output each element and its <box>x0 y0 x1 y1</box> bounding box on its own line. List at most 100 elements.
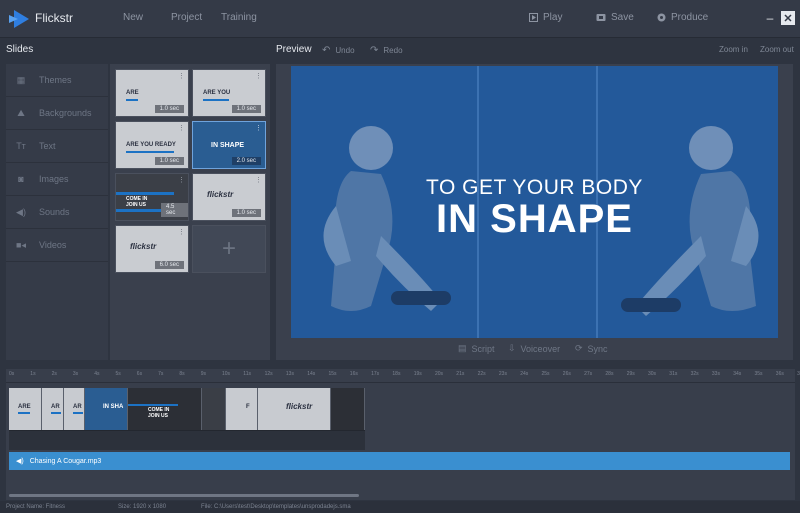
slide-thumb-1[interactable]: ⋮ ARE 1.0 sec <box>115 69 189 117</box>
slide-duration: 6.0 sec <box>154 261 184 269</box>
timeline-clip[interactable] <box>331 388 365 430</box>
preview-panel: TO GET YOUR BODY IN SHAPE <box>276 64 793 360</box>
sidebar-item-text[interactable]: Tт Text <box>6 130 108 163</box>
more-icon[interactable]: ⋮ <box>178 124 185 132</box>
slide-duration: 4.5 sec <box>161 203 188 217</box>
slide-thumb-4[interactable]: ⋮ IN SHAPE 2.0 sec <box>192 121 266 169</box>
sidebar-item-label: Backgrounds <box>39 108 92 118</box>
more-icon[interactable]: ⋮ <box>255 176 262 184</box>
more-icon[interactable]: ⋮ <box>178 228 185 236</box>
sidebar-item-label: Videos <box>39 240 67 250</box>
audio-track[interactable]: ◀) Chasing A Cougar.mp3 <box>9 452 790 470</box>
close-button[interactable]: ✕ <box>781 11 795 25</box>
script-button[interactable]: ▤ Script <box>458 343 495 354</box>
text-icon: Tт <box>16 141 26 151</box>
timeline-tick: 23s <box>498 371 507 377</box>
more-icon[interactable]: ⋮ <box>178 176 185 184</box>
timeline-clip[interactable] <box>202 388 226 430</box>
flickstr-logo-icon <box>9 10 29 28</box>
voiceover-label: Voiceover <box>520 343 561 354</box>
clip-title: flickstr <box>286 402 313 411</box>
sidebar-item-images[interactable]: ◙ Images <box>6 163 108 196</box>
slides-panel-title: Slides <box>6 44 34 55</box>
sidebar-item-backgrounds[interactable]: ⛰ Backgrounds <box>6 97 108 130</box>
slide-title: flickstr <box>207 190 234 199</box>
timeline-tick: 25s <box>541 371 550 377</box>
play-button[interactable]: Play <box>529 12 562 23</box>
sidebar-item-label: Images <box>39 174 69 184</box>
slide-thumb-6[interactable]: ⋮ flickstr 1.0 sec <box>192 173 266 221</box>
sync-label: Sync <box>587 343 608 354</box>
timeline-tick: 1s <box>30 371 36 377</box>
timeline-tick: 13s <box>285 371 294 377</box>
timeline-clip[interactable]: AR <box>42 388 64 430</box>
more-icon[interactable]: ⋮ <box>255 72 262 80</box>
status-project-name: Project Name: Fitness <box>6 504 66 510</box>
timeline-tick: 17s <box>371 371 380 377</box>
sidebar-item-videos[interactable]: ■◂ Videos <box>6 229 108 262</box>
slides-grid: ⋮ ARE 1.0 sec ⋮ ARE YOU 1.0 sec ⋮ ARE YO… <box>110 64 270 360</box>
zoom-out-button[interactable]: Zoom out <box>760 45 794 54</box>
sidebar-item-sounds[interactable]: ◀) Sounds <box>6 196 108 229</box>
produce-button[interactable]: Produce <box>657 12 708 23</box>
undo-button[interactable]: ↶ Undo <box>322 45 355 56</box>
timeline-tick: 19s <box>413 371 422 377</box>
timeline-scrollbar[interactable] <box>9 494 359 497</box>
timeline-ruler[interactable]: 0s 1s 2s 3s 4s 5s 6s 7s 8s 9s 10s 11s 12s 13s 14s 15s 16… <box>6 369 800 383</box>
timeline-tick: 33s <box>711 371 720 377</box>
timeline-tick: 7s <box>158 371 164 377</box>
timeline-tick: 29s <box>626 371 635 377</box>
save-button[interactable]: Save <box>596 12 634 23</box>
zoom-in-button[interactable]: Zoom in <box>719 45 748 54</box>
sidebar-item-themes[interactable]: ▦ Themes <box>6 64 108 97</box>
preview-title: Preview <box>276 44 312 55</box>
timeline-clip[interactable]: AR <box>64 388 85 430</box>
sounds-icon: ◀) <box>16 206 26 217</box>
timeline-clip[interactable]: ARE <box>9 388 42 430</box>
preview-canvas[interactable]: TO GET YOUR BODY IN SHAPE <box>291 66 778 338</box>
slide-title: ARE YOU READY <box>126 142 176 148</box>
timeline-tick: 30s <box>648 371 657 377</box>
sidebar-item-label: Sounds <box>39 207 70 217</box>
redo-button[interactable]: ↷ Redo <box>370 45 403 56</box>
more-icon[interactable]: ⋮ <box>255 124 262 132</box>
timeline-tick: 15s <box>328 371 337 377</box>
slide-duration: 1.0 sec <box>154 157 184 165</box>
add-slide-button[interactable]: + <box>192 225 266 273</box>
microphone-icon: ⇩ <box>508 343 516 353</box>
redo-label: Redo <box>383 46 403 55</box>
backgrounds-icon: ⛰ <box>17 107 25 118</box>
slide-title: COME IN JOIN US <box>126 196 148 208</box>
slide-thumb-7[interactable]: ⋮ flickstr 6.0 sec <box>115 225 189 273</box>
slide-accent-bar <box>126 151 174 153</box>
timeline-clip[interactable]: F <box>226 388 258 430</box>
script-label: Script <box>471 343 495 354</box>
timeline-tick: 18s <box>392 371 401 377</box>
overlay-track[interactable] <box>9 430 365 450</box>
minimize-button[interactable]: – <box>763 11 777 25</box>
timeline-tick: 0s <box>9 371 15 377</box>
slide-thumb-3[interactable]: ⋮ ARE YOU READY 1.0 sec <box>115 121 189 169</box>
slide-accent-bar <box>126 99 138 101</box>
timeline-clip[interactable]: COME IN JOIN US <box>128 388 202 430</box>
timeline-tick: 4s <box>94 371 100 377</box>
timeline-tick: 31s <box>669 371 678 377</box>
play-label: Play <box>543 12 563 23</box>
preview-heading-line-2: IN SHAPE <box>436 197 633 241</box>
timeline-tick: 10s <box>222 371 231 377</box>
status-file-path: File: C:\Users\test\Desktop\templates\un… <box>201 504 351 510</box>
timeline-tick: 11s <box>243 371 251 377</box>
timeline-clip-selected[interactable]: IN SHA <box>85 388 128 430</box>
menu-project[interactable]: Project <box>171 12 202 23</box>
timeline-clip[interactable]: flickstr <box>258 388 331 430</box>
sync-button[interactable]: ⟳ Sync <box>575 343 608 354</box>
voiceover-button[interactable]: ⇩ Voiceover <box>508 343 560 354</box>
slide-thumb-2[interactable]: ⋮ ARE YOU 1.0 sec <box>192 69 266 117</box>
images-icon: ◙ <box>18 174 24 184</box>
slide-accent-bar <box>116 192 174 195</box>
more-icon[interactable]: ⋮ <box>178 72 185 80</box>
clip-title: F <box>246 404 250 410</box>
menu-training[interactable]: Training <box>221 12 257 23</box>
slide-thumb-5[interactable]: ⋮ COME IN JOIN US 4.5 sec <box>115 173 189 221</box>
menu-new[interactable]: New <box>123 12 143 23</box>
